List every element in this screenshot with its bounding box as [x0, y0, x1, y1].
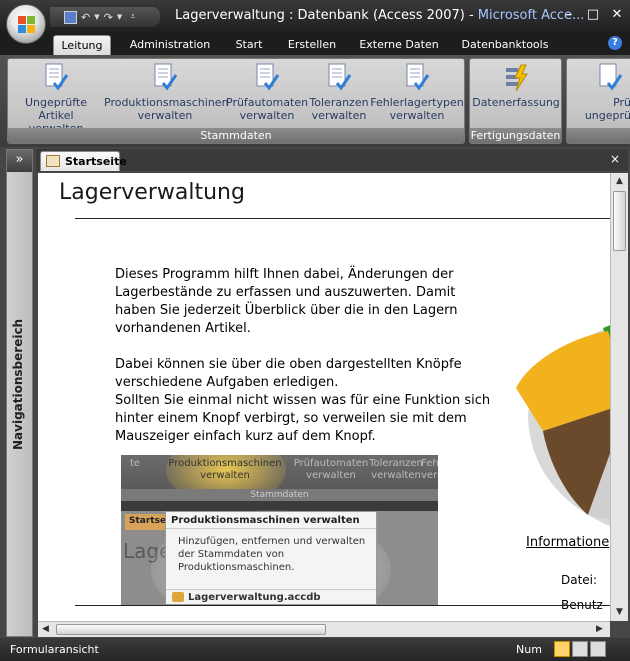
scroll-left-icon[interactable]: ◀ [42, 624, 49, 634]
document-check-icon [406, 63, 430, 91]
document-check-icon [256, 63, 280, 91]
document-check-icon [45, 63, 69, 91]
tooltip-example-image: te Produktionsmaschinen verwalten Prüfau… [121, 455, 438, 605]
customize-toolbar-icon[interactable]: ⩡ [130, 12, 135, 22]
nav-toggle-button[interactable]: » [7, 150, 32, 172]
ungepruefte-artikel-button[interactable]: Ungeprüfte Artikel verwalten [10, 61, 102, 135]
vertical-scroll-thumb[interactable] [613, 191, 626, 251]
pruefautomaten-button[interactable]: Prüfautomaten verwalten [226, 61, 308, 127]
scroll-up-icon[interactable]: ▲ [616, 176, 623, 186]
maximize-icon[interactable]: □ [586, 7, 600, 22]
workspace: » Navigationsbereich Startseite × Lagerv… [0, 147, 630, 638]
produktionsmaschinen-button[interactable]: Produktionsmaschinen verwalten [104, 61, 229, 127]
group-label-fertigungsdaten: Fertigungsdaten [470, 128, 561, 143]
form-view-icon[interactable] [554, 641, 570, 657]
status-view-label: Formularansicht [10, 643, 99, 656]
office-logo-icon [18, 16, 36, 34]
document-tab-bar: Startseite × [36, 149, 628, 171]
hint-paragraph-1: Dabei können sie über die oben dargestel… [115, 357, 462, 390]
database-icon [172, 592, 184, 602]
group-pruefung: Prü ungeprü [566, 58, 630, 144]
tab-leitung[interactable]: Leitung [53, 35, 111, 55]
group-stammdaten: Ungeprüfte Artikel verwalten Produktions… [7, 58, 465, 144]
pie-chart-image [508, 253, 610, 533]
fehlerlagertypen-button[interactable]: Fehlerlagertypen verwalten [370, 61, 464, 127]
startseite-form: Lagerverwaltung Dieses Programm hilft Ih… [38, 173, 610, 621]
undo-icon[interactable]: ↶ [81, 11, 90, 24]
save-icon[interactable] [64, 10, 77, 24]
title-divider [75, 218, 610, 219]
layout-view-icon[interactable] [572, 641, 588, 657]
intro-paragraph: Dieses Programm hilft Ihnen dabei, Änder… [115, 267, 458, 336]
tab-administration[interactable]: Administration [124, 35, 216, 55]
toleranzen-button[interactable]: Toleranzen verwalten [308, 61, 370, 127]
tab-erstellen[interactable]: Erstellen [283, 35, 341, 55]
info-label-datei: Datei: [561, 573, 598, 587]
close-document-icon[interactable]: × [610, 152, 620, 166]
redo-dropdown-icon[interactable]: ▼ [117, 13, 122, 21]
horizontal-scroll-thumb[interactable] [56, 624, 326, 635]
tab-datenbanktools[interactable]: Datenbanktools [456, 35, 554, 55]
group-fertigungsdaten: Datenerfassung Fertigungsdaten [469, 58, 562, 144]
bottom-divider [75, 605, 610, 606]
datenerfassung-button[interactable]: Datenerfassung [471, 61, 561, 127]
tab-externe-daten[interactable]: Externe Daten [356, 35, 442, 55]
redo-icon[interactable]: ↷ [104, 11, 113, 24]
group-label-pruefung [567, 128, 630, 143]
info-heading: Informatione [526, 535, 610, 550]
ribbon: Ungeprüfte Artikel verwalten Produktions… [0, 55, 630, 147]
lightning-icon [506, 64, 528, 92]
window-title: Lagerverwaltung : Datenbank (Access 2007… [175, 8, 585, 23]
pruefung-ungepruefte-button[interactable]: Prü ungeprü [567, 61, 630, 127]
minimize-icon[interactable]: – [562, 7, 576, 22]
vertical-scrollbar[interactable]: ▲ ▼ [610, 173, 628, 621]
navigation-pane-label: Navigationsbereich [11, 318, 25, 450]
status-bar: Formularansicht Num [0, 638, 630, 661]
tab-startseite[interactable]: Startseite [40, 151, 127, 171]
document-check-icon [328, 63, 352, 91]
status-num-lock: Num [516, 643, 542, 656]
navigation-pane[interactable]: » Navigationsbereich [6, 149, 33, 637]
page-title: Lagerverwaltung [59, 180, 245, 205]
horizontal-scrollbar[interactable]: ◀ ▶ [38, 621, 610, 637]
design-view-icon[interactable] [590, 641, 606, 657]
quick-access-toolbar: ↶ ▼ ↷ ▼ ⩡ [50, 7, 160, 27]
ribbon-tabs: Leitung Administration Start Erstellen E… [0, 33, 630, 55]
help-icon[interactable]: ? [608, 36, 622, 50]
form-icon [46, 155, 60, 167]
group-label-stammdaten: Stammdaten [8, 128, 464, 143]
hint-paragraph-2: Sollten Sie einmal nicht wissen was für … [115, 393, 491, 444]
close-icon[interactable]: ✕ [610, 7, 624, 22]
document-check-icon [599, 63, 623, 91]
tab-start[interactable]: Start [230, 35, 268, 55]
title-bar: ↶ ▼ ↷ ▼ ⩡ Lagerverwaltung : Datenbank (A… [0, 0, 630, 33]
undo-dropdown-icon[interactable]: ▼ [94, 13, 99, 21]
office-button[interactable] [6, 4, 46, 44]
scroll-right-icon[interactable]: ▶ [596, 624, 603, 634]
scroll-down-icon[interactable]: ▼ [616, 607, 623, 617]
document-check-icon [154, 63, 178, 91]
